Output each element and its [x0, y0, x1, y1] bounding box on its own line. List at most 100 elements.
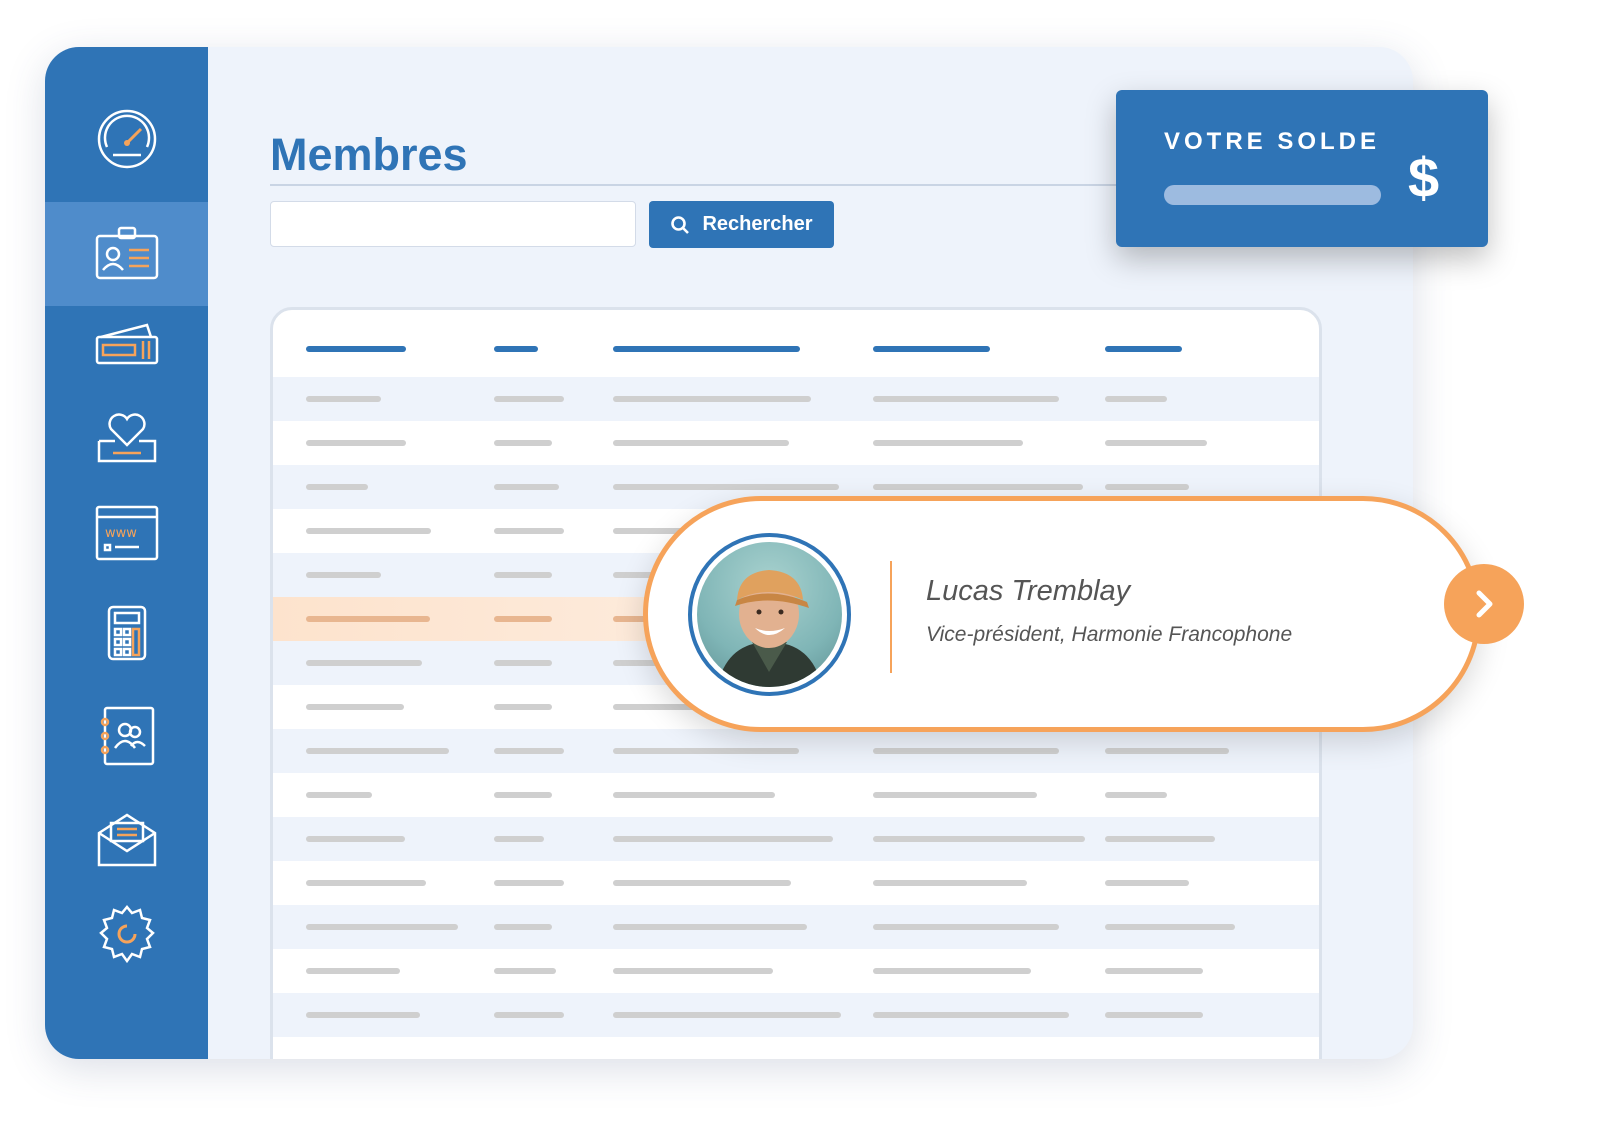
- cell-placeholder: [613, 968, 773, 974]
- website-www-icon: www: [95, 505, 158, 561]
- sidebar-item-settings[interactable]: [45, 883, 208, 987]
- cell-placeholder: [613, 792, 775, 798]
- column-header: [1105, 346, 1182, 352]
- avatar: [697, 542, 842, 687]
- member-card[interactable]: Lucas Tremblay Vice-président, Harmonie …: [643, 496, 1481, 732]
- balance-amount-placeholder: [1164, 185, 1381, 205]
- cell-placeholder: [306, 1012, 420, 1018]
- search-button[interactable]: Rechercher: [649, 201, 834, 248]
- cell-placeholder: [494, 880, 564, 886]
- search-input[interactable]: [270, 201, 636, 247]
- member-role: Vice-président, Harmonie Francophone: [926, 623, 1293, 646]
- search-icon: [671, 215, 690, 234]
- cell-placeholder: [494, 484, 559, 490]
- cell-placeholder: [873, 924, 1059, 930]
- cell-placeholder: [306, 792, 372, 798]
- cell-placeholder: [306, 616, 430, 622]
- balance-widget: VOTRE SOLDE $: [1116, 90, 1488, 247]
- cell-placeholder: [306, 836, 405, 842]
- cell-placeholder: [1105, 440, 1207, 446]
- table-row[interactable]: [273, 817, 1319, 861]
- cell-placeholder: [494, 396, 564, 402]
- search-button-label: Rechercher: [702, 213, 813, 235]
- cell-placeholder: [873, 968, 1031, 974]
- table-row[interactable]: [273, 729, 1319, 773]
- member-name: Lucas Tremblay: [926, 575, 1131, 607]
- cell-placeholder: [306, 704, 404, 710]
- cell-placeholder: [494, 792, 552, 798]
- cell-placeholder: [494, 836, 544, 842]
- cell-placeholder: [494, 660, 552, 666]
- cell-placeholder: [306, 748, 449, 754]
- cell-placeholder: [1105, 968, 1203, 974]
- member-photo: [717, 570, 822, 687]
- cell-placeholder: [613, 748, 799, 754]
- cell-placeholder: [306, 440, 406, 446]
- cell-placeholder: [494, 748, 564, 754]
- cell-placeholder: [1105, 792, 1167, 798]
- next-button[interactable]: [1444, 564, 1524, 644]
- cell-placeholder: [494, 528, 564, 534]
- cell-placeholder: [1105, 484, 1189, 490]
- cell-placeholder: [873, 396, 1059, 402]
- calculator-icon: [107, 605, 146, 661]
- currency-symbol: $: [1408, 146, 1440, 209]
- table-row[interactable]: [273, 861, 1319, 905]
- cell-placeholder: [613, 1012, 841, 1018]
- cell-placeholder: [873, 836, 1085, 842]
- sidebar-item-contacts[interactable]: [45, 684, 208, 788]
- cell-placeholder: [613, 440, 789, 446]
- cell-placeholder: [1105, 1012, 1203, 1018]
- cell-placeholder: [306, 880, 426, 886]
- table-row[interactable]: [273, 905, 1319, 949]
- balance-label: VOTRE SOLDE: [1164, 128, 1381, 155]
- cell-placeholder: [494, 616, 552, 622]
- cell-placeholder: [1105, 396, 1167, 402]
- cell-placeholder: [306, 484, 368, 490]
- table-header: [273, 310, 1319, 380]
- sidebar-item-donations[interactable]: [45, 385, 208, 489]
- sidebar-item-mail[interactable]: [45, 787, 208, 891]
- table-row[interactable]: [273, 949, 1319, 993]
- sidebar: www: [45, 47, 208, 1059]
- sidebar-item-website[interactable]: www: [45, 481, 208, 585]
- table-row[interactable]: [273, 421, 1319, 465]
- cell-placeholder: [306, 924, 458, 930]
- cell-placeholder: [873, 1012, 1069, 1018]
- cell-placeholder: [1105, 836, 1215, 842]
- cell-placeholder: [306, 968, 400, 974]
- cell-placeholder: [1105, 924, 1235, 930]
- cell-placeholder: [873, 792, 1037, 798]
- avatar-ring: [688, 533, 851, 696]
- card-divider: [890, 561, 892, 673]
- page-title: Membres: [270, 129, 468, 180]
- member-card-icon: [95, 226, 158, 280]
- cell-placeholder: [1105, 748, 1229, 754]
- settings-gear-icon: [98, 905, 155, 964]
- mail-envelope-icon: [97, 813, 156, 867]
- cell-placeholder: [1105, 880, 1189, 886]
- cell-placeholder: [306, 660, 422, 666]
- chevron-right-icon: [1476, 590, 1493, 618]
- cell-placeholder: [873, 440, 1023, 446]
- column-header: [613, 346, 800, 352]
- donation-box-icon: [97, 413, 156, 463]
- cell-placeholder: [613, 924, 807, 930]
- cell-placeholder: [494, 572, 552, 578]
- sidebar-item-dashboard[interactable]: [45, 87, 208, 191]
- cell-placeholder: [613, 880, 791, 886]
- column-header: [494, 346, 538, 352]
- cell-placeholder: [306, 572, 381, 578]
- column-header: [873, 346, 990, 352]
- svg-text:www: www: [105, 526, 137, 541]
- sidebar-item-tickets[interactable]: [45, 291, 208, 395]
- cell-placeholder: [613, 484, 839, 490]
- cell-placeholder: [613, 396, 811, 402]
- table-row[interactable]: [273, 773, 1319, 817]
- tickets-icon: [95, 323, 158, 365]
- table-row[interactable]: [273, 993, 1319, 1037]
- sidebar-item-accounting[interactable]: [45, 581, 208, 685]
- table-row[interactable]: [273, 377, 1319, 421]
- cell-placeholder: [306, 396, 381, 402]
- cell-placeholder: [494, 924, 552, 930]
